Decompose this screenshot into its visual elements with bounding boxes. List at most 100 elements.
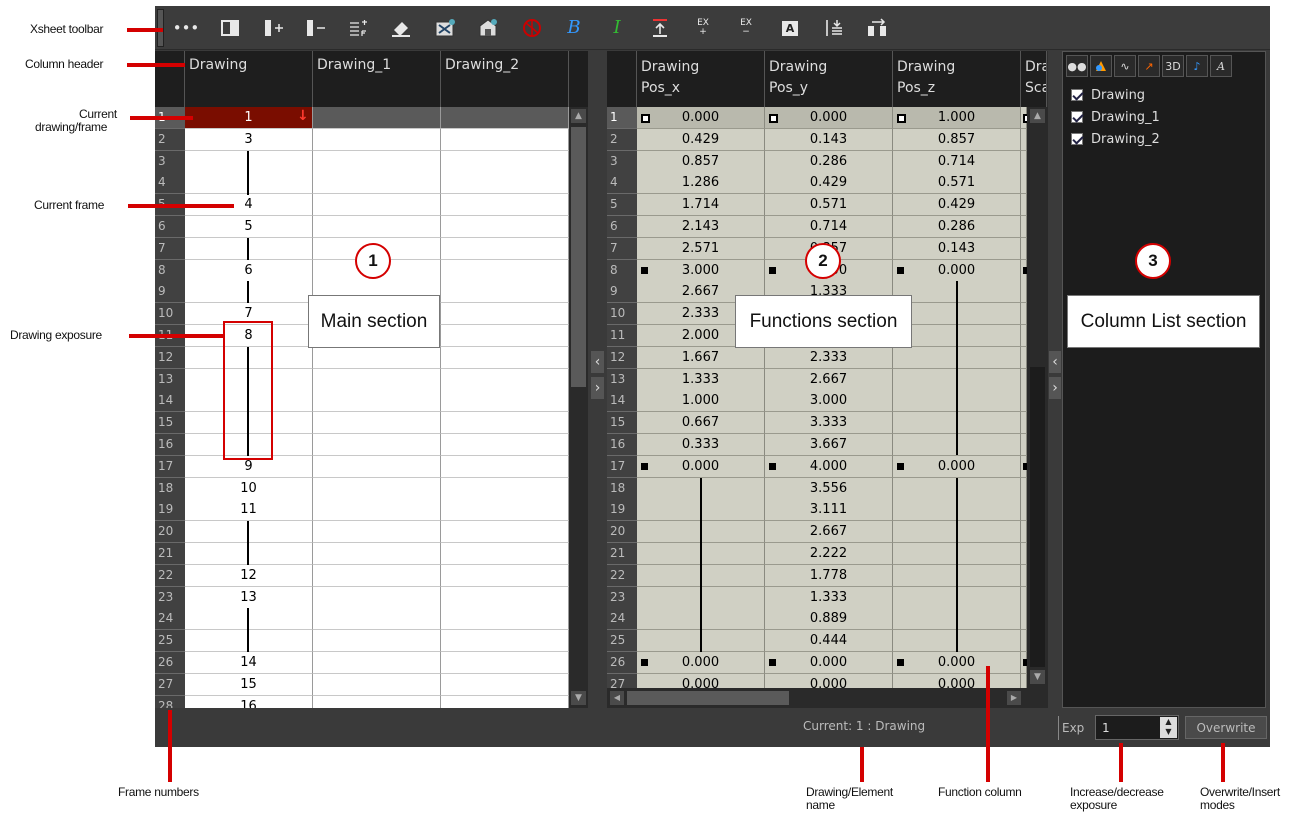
exposure-cell[interactable] xyxy=(313,696,441,708)
splitter-right[interactable]: ‹ › xyxy=(1048,51,1062,708)
text-icon[interactable]: A xyxy=(1210,55,1232,77)
fn-scroll-down-arrow[interactable]: ▼ xyxy=(1030,670,1045,684)
remove-column-icon[interactable] xyxy=(303,15,329,41)
scroll-thumb[interactable] xyxy=(571,127,586,387)
exposure-cell[interactable] xyxy=(313,456,441,478)
frame-number[interactable]: 9 xyxy=(155,281,185,303)
exposure-cell[interactable] xyxy=(313,390,441,412)
frame-number[interactable]: 11 xyxy=(607,325,637,347)
frame-number[interactable]: 25 xyxy=(607,630,637,652)
duplicate-drawing-icon[interactable] xyxy=(475,15,501,41)
exposure-cell[interactable] xyxy=(441,107,569,129)
column-list-item[interactable]: Drawing xyxy=(1071,85,1145,105)
function-cell[interactable]: 0.714 xyxy=(893,151,1021,173)
exposure-cell[interactable] xyxy=(313,172,441,194)
exposure-cell[interactable]: 1 xyxy=(185,107,313,129)
frame-number[interactable]: 7 xyxy=(607,238,637,260)
function-cell[interactable]: 1.000 xyxy=(637,390,765,412)
frame-number[interactable]: 22 xyxy=(155,565,185,587)
column-header-drawing-1[interactable]: Drawing_1 xyxy=(313,51,441,107)
function-cell[interactable]: 0.429 xyxy=(637,129,765,151)
exposure-cell[interactable]: 10 xyxy=(185,478,313,500)
frame-number[interactable]: 17 xyxy=(607,456,637,478)
frame-number[interactable]: 16 xyxy=(607,434,637,456)
exposure-cell[interactable]: 16 xyxy=(185,696,313,708)
frame-number[interactable]: 6 xyxy=(155,216,185,238)
function-cell[interactable]: 0.000 xyxy=(637,107,765,129)
add-column-icon[interactable] xyxy=(261,15,287,41)
keyframe-marker-icon[interactable] xyxy=(641,114,650,123)
function-cell[interactable]: 1.286 xyxy=(637,172,765,194)
exposure-cell[interactable]: 13 xyxy=(185,587,313,609)
exposure-cell[interactable] xyxy=(313,565,441,587)
keyframe-marker-icon[interactable] xyxy=(769,267,776,274)
column-header-drawing[interactable]: Drawing xyxy=(185,51,313,107)
pen-icon[interactable]: ↗ xyxy=(1138,55,1160,77)
exposure-cell[interactable] xyxy=(441,674,569,696)
function-cell[interactable]: 0.000 xyxy=(637,652,765,674)
exposure-cell[interactable]: 15 xyxy=(185,674,313,696)
frame-number[interactable]: 6 xyxy=(607,216,637,238)
frame-number[interactable]: 27 xyxy=(607,674,637,688)
function-cell[interactable]: 0.714 xyxy=(765,216,893,238)
frame-number[interactable]: 2 xyxy=(607,129,637,151)
frame-number[interactable]: 25 xyxy=(155,630,185,652)
keyframe-marker-icon[interactable] xyxy=(769,659,776,666)
exposure-cell[interactable] xyxy=(185,172,313,194)
expand-right-icon[interactable]: › xyxy=(591,377,604,399)
function-cell[interactable]: 0.667 xyxy=(637,412,765,434)
frame-number[interactable]: 27 xyxy=(155,674,185,696)
exposure-cell[interactable] xyxy=(441,521,569,543)
function-column-header[interactable]: Drawing Pos_z xyxy=(893,51,1021,107)
exposure-cell[interactable]: 6 xyxy=(185,260,313,282)
ex-plus-icon[interactable]: EX + xyxy=(690,15,716,41)
frame-number[interactable]: 17 xyxy=(155,456,185,478)
frame-number[interactable]: 8 xyxy=(155,260,185,282)
exposure-cell[interactable] xyxy=(441,216,569,238)
eyes-icon[interactable]: ●● xyxy=(1066,55,1088,77)
function-column-header[interactable]: Dra Sca xyxy=(1021,51,1047,107)
exposure-cell[interactable] xyxy=(441,369,569,391)
function-cell[interactable]: 0.143 xyxy=(893,238,1021,260)
function-cell[interactable]: 3.667 xyxy=(765,434,893,456)
exposure-cell[interactable] xyxy=(441,412,569,434)
exposure-cell[interactable] xyxy=(313,151,441,173)
frame-number[interactable]: 24 xyxy=(607,608,637,630)
function-cell[interactable]: 0.000 xyxy=(637,674,765,688)
exposure-cell[interactable]: 12 xyxy=(185,565,313,587)
exposure-cell[interactable] xyxy=(441,194,569,216)
exposure-cell[interactable] xyxy=(313,434,441,456)
exposure-cell[interactable] xyxy=(441,434,569,456)
exposure-cell[interactable] xyxy=(441,456,569,478)
function-cell[interactable]: 2.667 xyxy=(765,369,893,391)
exposure-cell[interactable] xyxy=(441,325,569,347)
insert-blank-icon[interactable] xyxy=(647,15,673,41)
exposure-cell[interactable] xyxy=(313,674,441,696)
function-cell[interactable]: 3.000 xyxy=(637,260,765,282)
exposure-cell[interactable] xyxy=(441,347,569,369)
scroll-up-arrow[interactable]: ▲ xyxy=(571,109,586,123)
exposure-cell[interactable] xyxy=(441,608,569,630)
exposure-cell[interactable] xyxy=(441,478,569,500)
exposure-cell[interactable] xyxy=(313,412,441,434)
checkbox[interactable] xyxy=(1071,111,1083,123)
function-cell[interactable]: 0.571 xyxy=(765,194,893,216)
exposure-cell[interactable]: 3 xyxy=(185,129,313,151)
function-cell[interactable]: 2.571 xyxy=(637,238,765,260)
frame-number[interactable]: 21 xyxy=(607,543,637,565)
exposure-cell[interactable] xyxy=(313,499,441,521)
keyframe-marker-icon[interactable] xyxy=(897,659,904,666)
exposure-cell[interactable] xyxy=(185,281,313,303)
frame-number[interactable]: 16 xyxy=(155,434,185,456)
frame-number[interactable]: 18 xyxy=(607,478,637,500)
functions-grid[interactable]: 1 0.000 0.000 1.000 2 0.429 0.143 0.857 3 0.857 0.… xyxy=(607,107,1027,688)
dots-icon[interactable]: ••• xyxy=(173,15,200,41)
keyframe-marker-icon[interactable] xyxy=(641,659,648,666)
function-cell[interactable]: 1.714 xyxy=(637,194,765,216)
function-cell[interactable]: 0.571 xyxy=(893,172,1021,194)
exposure-cell[interactable] xyxy=(441,652,569,674)
fn-scroll-left-arrow[interactable]: ◀ xyxy=(610,691,624,705)
function-cell[interactable]: 0.143 xyxy=(765,129,893,151)
function-cell[interactable]: 3.000 xyxy=(765,390,893,412)
exposure-cell[interactable] xyxy=(185,521,313,543)
